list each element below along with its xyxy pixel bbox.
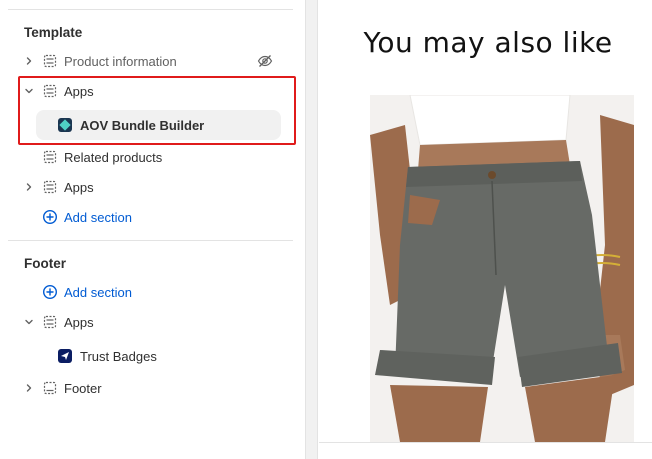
section-apps[interactable]: Apps bbox=[18, 78, 283, 104]
plus-circle-icon bbox=[42, 284, 58, 300]
chevron-down-icon[interactable] bbox=[22, 315, 36, 329]
divider bbox=[8, 240, 293, 241]
section-footer[interactable]: Footer bbox=[18, 375, 283, 401]
sidebar-scroll-strip bbox=[306, 0, 318, 459]
divider bbox=[319, 442, 652, 443]
section-icon bbox=[42, 83, 58, 99]
eye-slash-icon[interactable] bbox=[257, 53, 273, 69]
chevron-down-icon[interactable] bbox=[22, 84, 36, 98]
section-icon bbox=[42, 53, 58, 69]
section-footer-apps[interactable]: Apps bbox=[18, 309, 283, 335]
aov-bundle-builder-logo bbox=[58, 118, 72, 132]
add-section-label: Add section bbox=[64, 209, 132, 225]
chevron-right-icon[interactable] bbox=[22, 180, 36, 194]
chevron-right-icon[interactable] bbox=[22, 54, 36, 68]
add-section-label: Add section bbox=[64, 284, 132, 300]
section-apps-2[interactable]: Apps bbox=[18, 174, 283, 200]
section-label: Apps bbox=[64, 179, 94, 195]
section-label: Apps bbox=[64, 83, 94, 99]
chevron-right-icon[interactable] bbox=[22, 381, 36, 395]
add-section-button[interactable]: Add section bbox=[18, 204, 283, 230]
section-icon bbox=[42, 179, 58, 195]
editor-sidebar: Template Product information Apps AOV Bu… bbox=[0, 0, 306, 459]
section-label: Apps bbox=[64, 314, 94, 330]
trust-badges-logo bbox=[58, 349, 72, 363]
divider bbox=[8, 9, 293, 10]
add-section-button-footer[interactable]: Add section bbox=[18, 279, 283, 305]
section-related-products[interactable]: Related products bbox=[18, 144, 283, 170]
section-product-information[interactable]: Product information bbox=[18, 48, 283, 74]
plus-circle-icon bbox=[42, 209, 58, 225]
template-group-title: Template bbox=[24, 25, 83, 40]
storefront-preview: You may also like bbox=[319, 0, 652, 459]
app-block-label: AOV Bundle Builder bbox=[80, 117, 205, 133]
section-icon bbox=[42, 149, 58, 165]
app-block-trust-badges[interactable]: Trust Badges bbox=[36, 341, 281, 371]
section-label: Product information bbox=[64, 53, 177, 69]
section-label: Footer bbox=[64, 380, 102, 396]
product-image[interactable] bbox=[370, 95, 634, 442]
preview-heading: You may also like bbox=[363, 26, 613, 59]
section-label: Related products bbox=[64, 149, 163, 165]
app-block-label: Trust Badges bbox=[80, 348, 157, 364]
app-block-aov-bundle-builder[interactable]: AOV Bundle Builder bbox=[36, 110, 281, 140]
footer-section-icon bbox=[42, 380, 58, 396]
section-icon bbox=[42, 314, 58, 330]
footer-group-title: Footer bbox=[24, 256, 66, 271]
